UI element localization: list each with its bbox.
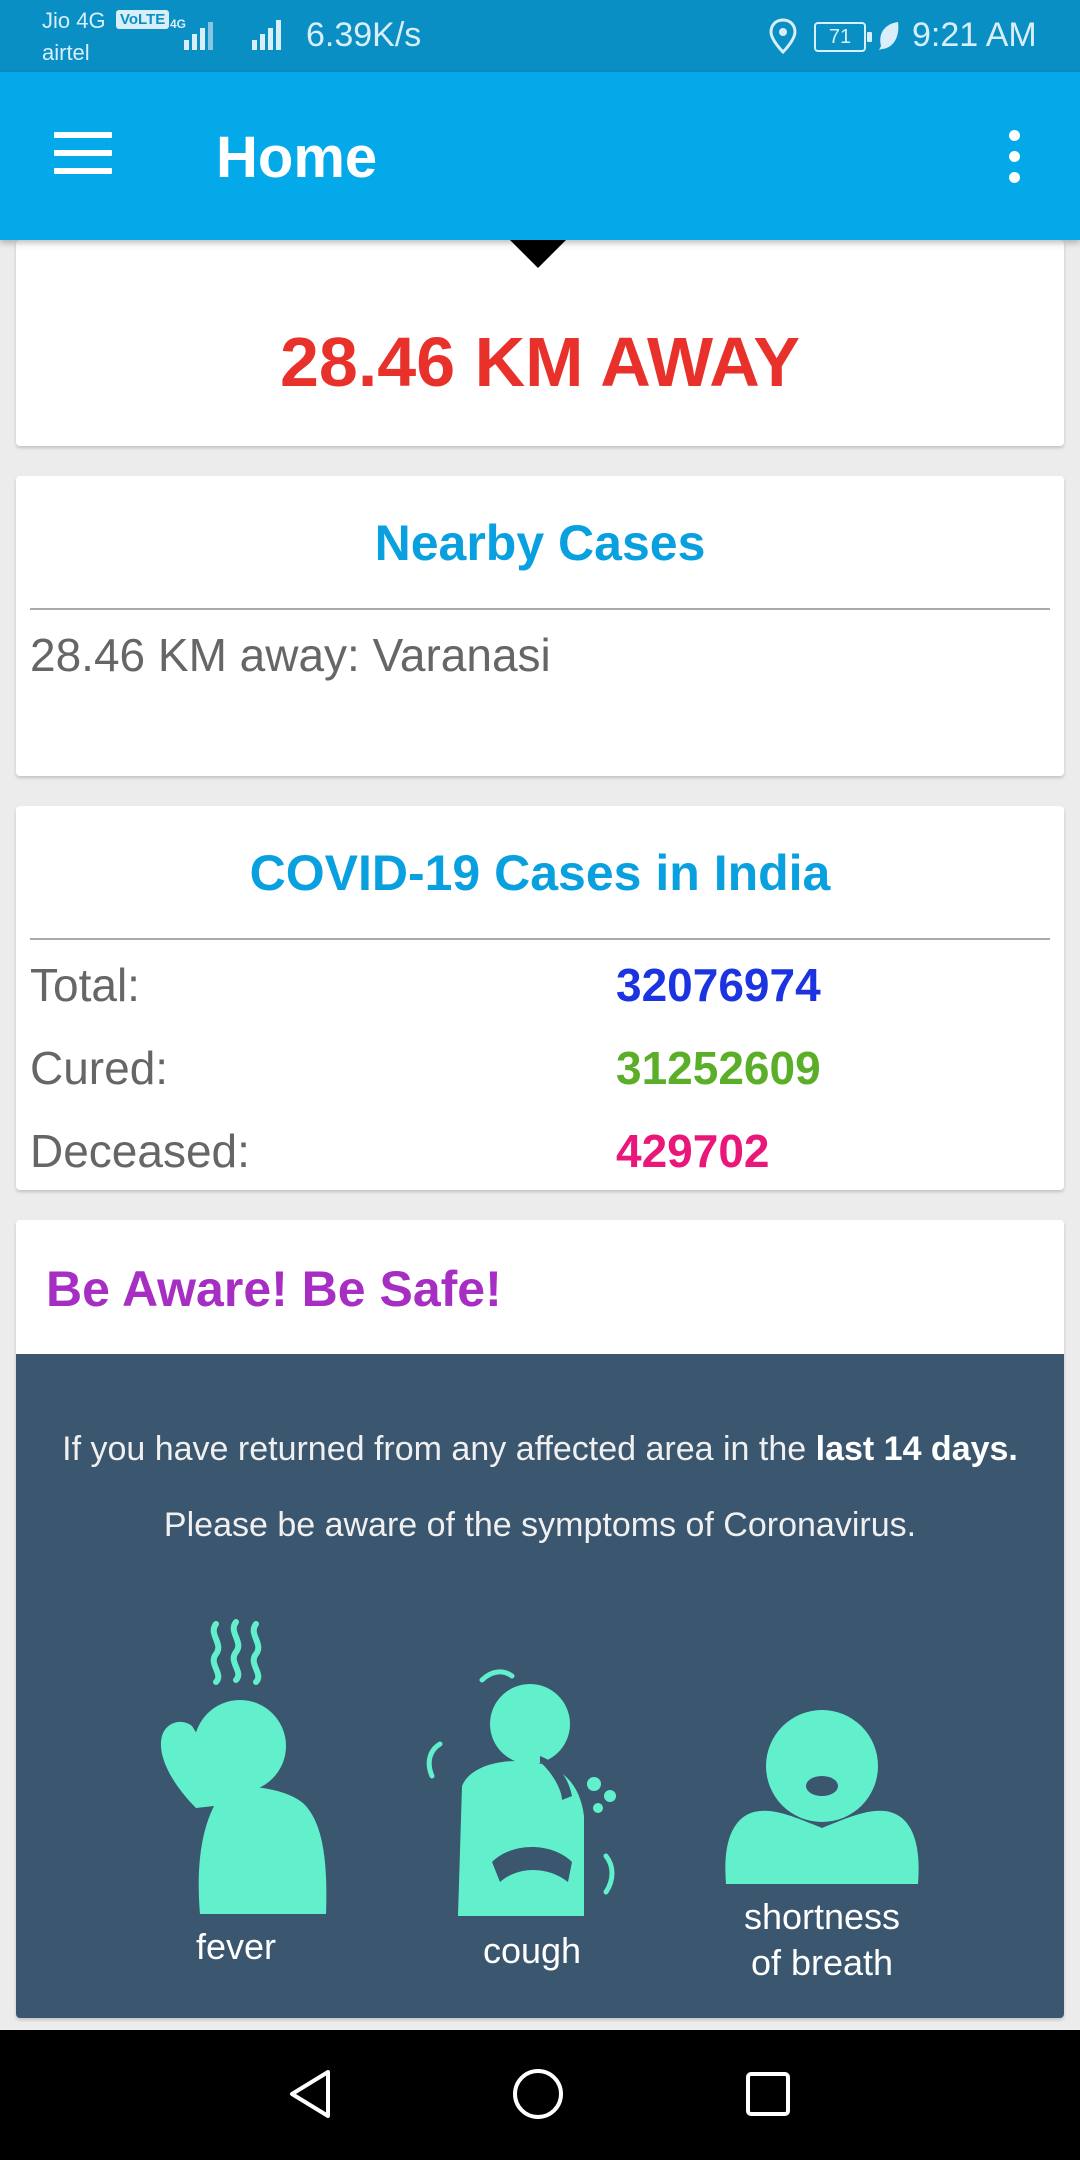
recent-apps-icon[interactable]: [740, 2064, 796, 2124]
symptom-fever: fever: [116, 1618, 356, 1970]
system-navigation-bar: [0, 2030, 1080, 2160]
stat-label-cured: Cured:: [30, 1042, 169, 1094]
infographic-line-1: If you have returned from any affected a…: [16, 1430, 1064, 1469]
carrier-primary: Jio 4G: [42, 8, 106, 33]
status-bar: Jio 4G VoLTE airtel 4G 6.39K/s 71 9:21 A…: [0, 0, 1080, 72]
divider: [30, 608, 1050, 610]
symptom-label-fever: fever: [195, 1926, 277, 1967]
stat-value-cured: 31252609: [616, 1042, 821, 1094]
hamburger-menu-icon[interactable]: [54, 132, 112, 178]
home-icon[interactable]: [508, 2064, 568, 2124]
symptom-label-shortness-line1: shortness: [743, 1896, 901, 1937]
nearby-cases-card: Nearby Cases 28.46 KM away: Varanasi: [16, 476, 1064, 776]
covid-cases-card: COVID-19 Cases in India Total: 32076974 …: [16, 806, 1064, 1190]
network-speed: 6.39K/s: [306, 16, 422, 54]
nearby-cases-title: Nearby Cases: [374, 515, 706, 571]
nearby-case-item: 28.46 KM away: Varanasi: [30, 629, 551, 681]
stat-label-deceased: Deceased:: [30, 1125, 250, 1177]
stat-value-total: 32076974: [616, 959, 821, 1011]
clock: 9:21 AM: [912, 16, 1037, 54]
infographic-line-2: Please be aware of the symptoms of Coron…: [163, 1506, 917, 1544]
stat-row-deceased: Deceased: 429702: [30, 1124, 1050, 1194]
power-saving-leaf-icon: [879, 22, 899, 50]
covid-cases-title: COVID-19 Cases in India: [249, 845, 831, 901]
svg-text:4G: 4G: [170, 17, 186, 31]
page-title: Home: [216, 125, 378, 190]
be-aware-title: Be Aware! Be Safe!: [46, 1261, 502, 1317]
shortness-of-breath-icon: [725, 1710, 919, 1884]
infographic-line-1-text: If you have returned from any affected a…: [62, 1430, 816, 1468]
stat-label-total: Total:: [30, 959, 140, 1011]
signal-strength-icon: 4G: [170, 17, 213, 50]
stat-row-cured: Cured: 31252609: [30, 1041, 1050, 1111]
infographic-line-1-bold: last 14 days.: [815, 1430, 1018, 1468]
app-bar: Home: [0, 72, 1080, 240]
overflow-menu-icon[interactable]: [1000, 130, 1028, 186]
stat-row-total: Total: 32076974: [30, 958, 1050, 1028]
distance-text: 28.46 KM AWAY: [279, 323, 801, 401]
symptom-label-cough: cough: [482, 1930, 582, 1971]
symptom-label-shortness-line2: of breath: [750, 1942, 894, 1984]
battery-indicator: 71: [814, 22, 872, 52]
be-aware-card: Be Aware! Be Safe! If you have returned …: [16, 1220, 1064, 2018]
symptom-shortness-of-breath: shortness of breath: [692, 1698, 952, 1986]
back-icon[interactable]: [282, 2064, 338, 2124]
distance-card: 28.46 KM AWAY: [16, 240, 1064, 446]
divider: [30, 938, 1050, 940]
signal-strength-2-icon: [252, 20, 281, 50]
location-icon: [769, 18, 797, 54]
volte-badge: VoLTE: [116, 10, 170, 29]
fever-icon: [160, 1619, 327, 1914]
carrier-secondary: airtel: [42, 40, 90, 65]
symptom-cough: cough: [412, 1666, 652, 1974]
stat-value-deceased: 429702: [616, 1125, 770, 1177]
cough-icon: [426, 1669, 616, 1916]
symptoms-infographic: If you have returned from any affected a…: [16, 1354, 1064, 2018]
pointer-triangle-icon: [510, 240, 566, 268]
